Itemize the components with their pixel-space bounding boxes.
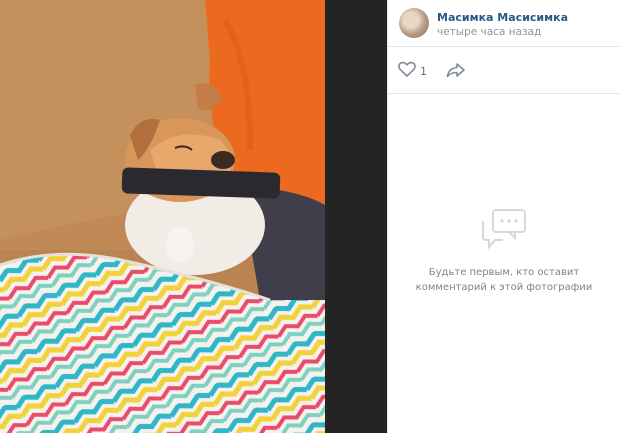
comments-empty-line2: комментарий к этой фотографии: [415, 282, 593, 293]
share-button[interactable]: [446, 62, 466, 82]
like-button[interactable]: 1: [398, 61, 427, 81]
actions-bar: 1: [388, 47, 620, 94]
comments-empty-state: Будьте первым, кто оставит комментарий к…: [388, 207, 620, 295]
dog-photo-image: [0, 0, 325, 433]
share-arrow-icon: [446, 63, 466, 82]
photo-sidebar: Масимка Масисимка четыре часа назад 1 Бу…: [387, 0, 620, 433]
photo-area[interactable]: [0, 0, 387, 433]
comments-empty-text: Будьте первым, кто оставит комментарий к…: [409, 265, 599, 295]
post-time[interactable]: четыре часа назад: [437, 26, 541, 38]
comments-empty-line1: Будьте первым, кто оставит: [428, 267, 580, 278]
photo[interactable]: [0, 0, 325, 433]
photo-viewer: Масимка Масисимка четыре часа назад 1 Бу…: [0, 0, 620, 433]
heart-icon: [398, 61, 416, 81]
like-count: 1: [420, 64, 427, 78]
post-header: Масимка Масисимка четыре часа назад: [388, 0, 620, 47]
avatar[interactable]: [399, 8, 429, 38]
author-name[interactable]: Масимка Масисимка: [437, 11, 568, 24]
comments-bubble-icon: [388, 207, 620, 255]
